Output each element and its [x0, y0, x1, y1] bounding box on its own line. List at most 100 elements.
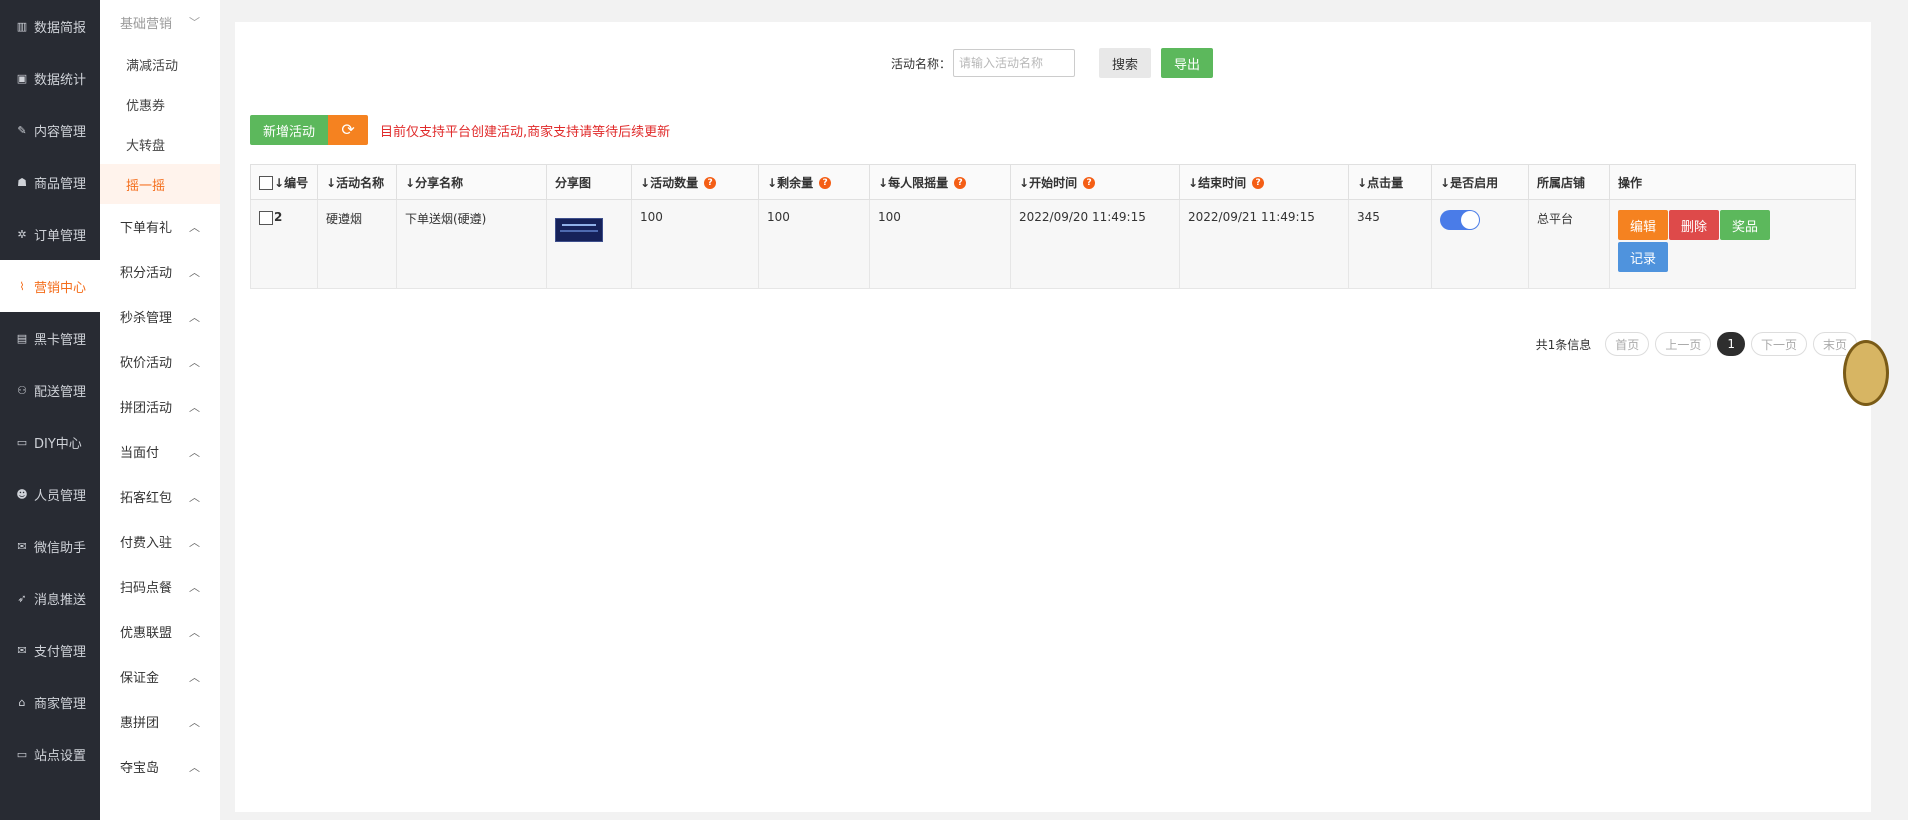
select-all-checkbox[interactable]	[259, 176, 273, 190]
submenu-group[interactable]: 扫码点餐 ︿	[100, 564, 220, 609]
nav-item-label: 黑卡管理	[34, 332, 87, 348]
floating-avatar[interactable]	[1843, 340, 1889, 406]
col-share-name[interactable]: ↓分享名称	[396, 164, 547, 200]
nav-item-label: 营销中心	[34, 280, 87, 296]
chevron-up-icon: ︿	[189, 580, 200, 594]
chevron-down-icon: ﹀	[189, 16, 200, 29]
col-end-label: 结束时间	[1198, 175, 1247, 190]
help-icon[interactable]: ?	[1252, 177, 1265, 189]
col-share-img-label: 分享图	[555, 175, 592, 190]
submenu-group-label: 砍价活动	[120, 356, 173, 371]
col-limit[interactable]: ↓每人限摇量?	[869, 164, 1011, 200]
cell-share-img	[546, 199, 632, 289]
enabled-toggle[interactable]	[1440, 210, 1480, 230]
submenu-group[interactable]: 当面付 ︿	[100, 429, 220, 474]
search-button[interactable]: 搜索	[1099, 48, 1152, 78]
first-page-button[interactable]: 首页	[1605, 332, 1650, 356]
wechat-icon: ✉	[17, 539, 27, 553]
chevron-up-icon: ︿	[189, 490, 200, 504]
col-remain[interactable]: ↓剩余量?	[758, 164, 870, 200]
nav-item-7[interactable]: ⚇ 配送管理	[0, 364, 100, 416]
bank-icon: ⌂	[18, 695, 26, 709]
submenu-group[interactable]: 下单有礼 ︿	[100, 204, 220, 249]
prize-button[interactable]: 奖品	[1720, 210, 1771, 240]
nav-item-9[interactable]: ☻ 人员管理	[0, 468, 100, 520]
row-checkbox[interactable]	[259, 210, 273, 225]
desktop-icon: ▭	[16, 435, 28, 449]
refresh-icon[interactable]: ⟳	[328, 115, 369, 145]
submenu-group[interactable]: 积分活动 ︿	[100, 249, 220, 294]
submenu-group[interactable]: 秒杀管理 ︿	[100, 294, 220, 339]
activity-name-input[interactable]	[953, 49, 1076, 77]
shop-icon: ☗	[17, 175, 27, 189]
sort-arrow-icon: ↓	[1019, 175, 1030, 190]
cell-id: 2	[250, 199, 318, 289]
col-clicks[interactable]: ↓点击量	[1348, 164, 1432, 200]
submenu-group[interactable]: 优惠联盟 ︿	[100, 609, 220, 654]
help-icon[interactable]: ?	[819, 177, 832, 189]
submenu-link[interactable]: 优惠券	[100, 84, 220, 124]
col-start[interactable]: ↓开始时间?	[1010, 164, 1180, 200]
submenu-group-label: 惠拼团	[120, 716, 160, 731]
cell-name: 硬遵烟	[317, 199, 397, 289]
nav-item-label: 微信助手	[34, 540, 87, 556]
main-card: 活动名称： 搜索 导出 新增活动 ⟳ 目前仅支持平台创建活动,商家支持请等待后续…	[235, 22, 1889, 812]
submenu-group-label: 秒杀管理	[120, 311, 173, 326]
submenu-group[interactable]: 付费入驻 ︿	[100, 519, 220, 564]
toggle-knob	[1461, 211, 1479, 229]
nav-item-12[interactable]: ✉ 支付管理	[0, 624, 100, 676]
record-button[interactable]: 记录	[1618, 242, 1669, 272]
ops-buttons: 编辑 删除 奖品 记录	[1618, 210, 1793, 274]
nav-item-14[interactable]: ▭ 站点设置	[0, 728, 100, 780]
next-page-button[interactable]: 下一页	[1750, 332, 1807, 356]
help-icon[interactable]: ?	[954, 177, 967, 189]
col-id[interactable]: ↓编号	[250, 164, 318, 200]
submenu-link[interactable]: 摇一摇	[100, 164, 220, 204]
help-icon[interactable]: ?	[704, 177, 717, 189]
submenu-head-basic-marketing[interactable]: 基础营销 ﹀	[100, 0, 220, 44]
cell-clicks: 345	[1348, 199, 1432, 289]
export-button[interactable]: 导出	[1161, 48, 1214, 78]
nav-item-6[interactable]: ▤ 黑卡管理	[0, 312, 100, 364]
current-page-button[interactable]: 1	[1717, 332, 1745, 356]
submenu-group[interactable]: 拼团活动 ︿	[100, 384, 220, 429]
nav-item-8[interactable]: ▭ DIY中心	[0, 416, 100, 468]
submenu-group[interactable]: 惠拼团 ︿	[100, 699, 220, 744]
nav-item-13[interactable]: ⌂ 商家管理	[0, 676, 100, 728]
chevron-up-icon: ︿	[189, 355, 200, 369]
share-image-thumbnail[interactable]	[555, 218, 603, 242]
nav-item-2[interactable]: ✎ 内容管理	[0, 104, 100, 156]
line-chart-icon: ⌇	[19, 279, 25, 293]
nav-item-4[interactable]: ✲ 订单管理	[0, 208, 100, 260]
col-name[interactable]: ↓活动名称	[317, 164, 397, 200]
nav-item-3[interactable]: ☗ 商品管理	[0, 156, 100, 208]
sort-arrow-icon: ↓	[640, 175, 651, 190]
col-count-label: 活动数量	[650, 175, 699, 190]
nav-item-11[interactable]: ➶ 消息推送	[0, 572, 100, 624]
nav-item-5[interactable]: ⌇ 营销中心	[0, 260, 100, 312]
col-end[interactable]: ↓结束时间?	[1179, 164, 1349, 200]
prev-page-button[interactable]: 上一页	[1655, 332, 1712, 356]
nav-item-label: 商家管理	[34, 696, 87, 712]
submenu-group[interactable]: 砍价活动 ︿	[100, 339, 220, 384]
submenu-link[interactable]: 大转盘	[100, 124, 220, 164]
submenu-group[interactable]: 保证金 ︿	[100, 654, 220, 699]
id-card-icon: ▤	[16, 331, 28, 345]
main-nav: ▥ 数据简报 ▣ 数据统计 ✎ 内容管理 ☗ 商品管理 ✲ 订单管理 ⌇ 营销中心 ▤ 黑卡管理 ⚇ 配送管理…	[0, 0, 100, 820]
help-icon[interactable]: ?	[1083, 177, 1096, 189]
row-id: 2	[274, 210, 283, 224]
edit-button[interactable]: 编辑	[1618, 210, 1669, 240]
delete-button[interactable]: 删除	[1669, 210, 1720, 240]
submenu-group-label: 下单有礼	[120, 221, 173, 236]
nav-item-10[interactable]: ✉ 微信助手	[0, 520, 100, 572]
submenu-link[interactable]: 满减活动	[100, 44, 220, 84]
nav-item-1[interactable]: ▣ 数据统计	[0, 52, 100, 104]
col-count[interactable]: ↓活动数量?	[631, 164, 759, 200]
col-enabled[interactable]: ↓是否启用	[1431, 164, 1529, 200]
sort-arrow-icon: ↓	[405, 175, 416, 190]
add-activity-button[interactable]: 新增活动	[250, 115, 329, 145]
submenu-group[interactable]: 拓客红包 ︿	[100, 474, 220, 519]
submenu-group[interactable]: 夺宝岛 ︿	[100, 744, 220, 789]
cell-ops: 编辑 删除 奖品 记录	[1609, 199, 1856, 289]
nav-item-0[interactable]: ▥ 数据简报	[0, 0, 100, 52]
